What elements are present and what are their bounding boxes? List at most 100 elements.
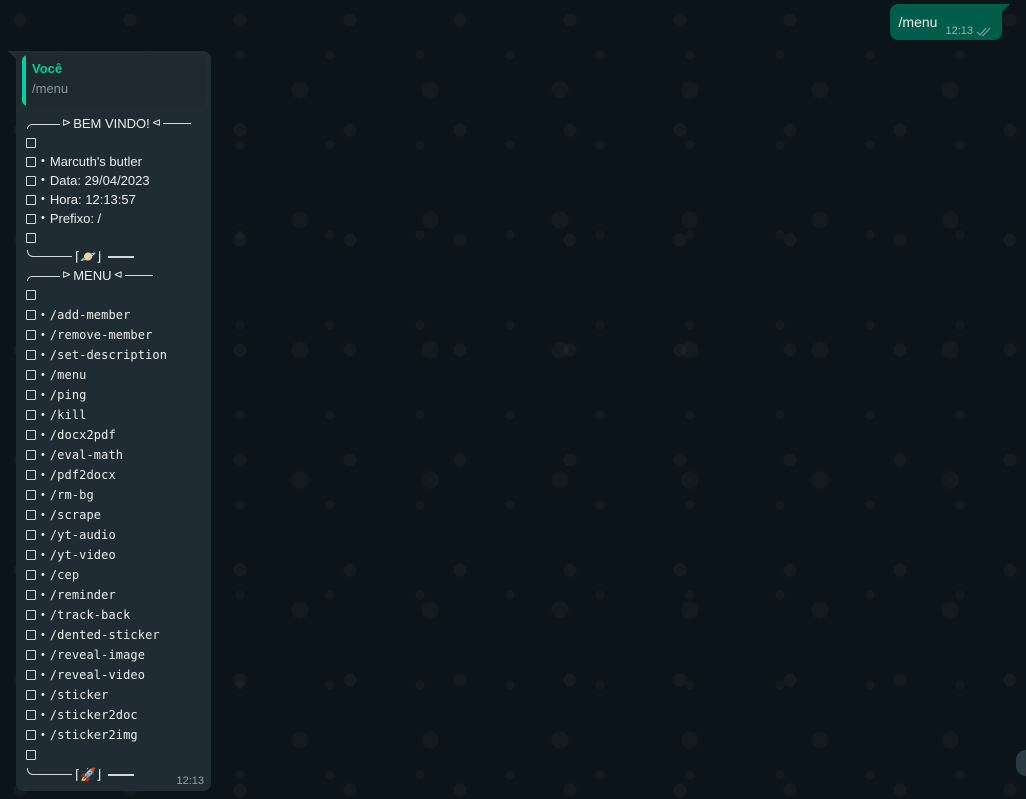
bullet-icon: • [41, 468, 45, 481]
menu-command-text: /remove-member [49, 327, 153, 342]
rocket-emoji-icon: ⌈🚀⌋ [75, 767, 102, 782]
menu-command-row: • /reveal-video [22, 665, 205, 685]
menu-command-text: /dented-sticker [49, 627, 160, 642]
header-arrow-right: ⊳ [62, 269, 72, 281]
menu-command-row: • /set-description [22, 345, 205, 365]
scroll-down-button[interactable] [1016, 750, 1026, 776]
welcome-line-text: Data: 29/04/2023 [49, 173, 150, 188]
box-glyph-icon [26, 690, 36, 700]
outgoing-message-text: /menu [898, 14, 938, 30]
menu-command-text: /eval-math [49, 447, 124, 462]
box-glyph-icon [26, 570, 36, 580]
menu-command-row: • /yt-video [22, 545, 205, 565]
bullet-icon: • [41, 388, 45, 401]
welcome-line-text: Marcuth's butler [49, 154, 142, 169]
bullet-icon: • [41, 193, 45, 205]
footer-tail [108, 255, 135, 258]
welcome-line [22, 228, 205, 247]
outgoing-message[interactable]: /menu 12:13 [889, 4, 1011, 40]
menu-command-row: • /remove-member [22, 325, 205, 345]
bullet-icon: • [41, 588, 45, 601]
bullet-icon: • [41, 428, 45, 441]
menu-command-row: • /reminder [22, 585, 205, 605]
box-glyph-icon [26, 232, 36, 243]
bullet-icon: • [41, 408, 45, 421]
welcome-line: • Marcuth's butler [22, 152, 205, 171]
quoted-message[interactable]: Você /menu [22, 55, 205, 106]
bullet-icon: • [41, 488, 45, 501]
box-glyph-icon [26, 350, 36, 360]
welcome-line [22, 133, 205, 152]
bullet-icon: • [41, 348, 45, 361]
box-glyph-icon [26, 370, 36, 380]
box-glyph-icon [26, 710, 36, 720]
chat-panel: /menu 12:13 Você /menu ⊳ BEM VINDO! ⊲ • … [0, 0, 1026, 799]
box-glyph-icon [26, 550, 36, 560]
menu-header: ⊳ MENU ⊲ [27, 266, 205, 285]
outgoing-message-meta: 12:13 [945, 25, 992, 37]
box-glyph-icon [26, 650, 36, 660]
menu-command-row: • /reveal-image [22, 645, 205, 665]
outgoing-message-time: 12:13 [945, 25, 973, 37]
bullet-icon: • [41, 212, 45, 224]
box-glyph-icon [26, 290, 36, 300]
double-check-icon [976, 26, 992, 37]
menu-command-text: /sticker2img [49, 727, 138, 742]
box-glyph-icon [26, 630, 36, 640]
bullet-icon: • [41, 528, 45, 541]
box-glyph-icon [26, 470, 36, 480]
menu-command-text: /sticker2doc [49, 707, 138, 722]
menu-command-row [22, 745, 205, 765]
menu-command-row: • /track-back [22, 605, 205, 625]
menu-command-row: • /rm-bg [22, 485, 205, 505]
bullet-icon: • [41, 708, 45, 721]
message-body: ⊳ BEM VINDO! ⊲ • Marcuth's butler • Data: 2… [22, 114, 205, 784]
bullet-icon: • [41, 155, 45, 167]
header-line-right [163, 123, 192, 124]
incoming-message[interactable]: Você /menu ⊳ BEM VINDO! ⊲ • Marcuth's but… [8, 51, 211, 791]
box-glyph-icon [26, 510, 36, 520]
box-glyph-icon [26, 750, 36, 760]
header-line-right [124, 275, 153, 276]
header-arrow-left: ⊲ [113, 269, 123, 281]
bullet-icon: • [41, 328, 45, 341]
bullet-icon: • [41, 648, 45, 661]
bullet-icon: • [41, 628, 45, 641]
planet-emoji-icon: ⌈🪐⌋ [75, 249, 102, 264]
menu-command-text: /reveal-video [49, 667, 146, 682]
bullet-icon: • [41, 548, 45, 561]
welcome-line: • Prefixo: / [22, 209, 205, 228]
header-bracket-left [27, 123, 60, 129]
quote-accent-bar [22, 55, 26, 106]
header-arrow-right: ⊳ [62, 117, 72, 129]
bullet-icon: • [41, 174, 45, 186]
box-glyph-icon [26, 390, 36, 400]
bullet-icon: • [41, 668, 45, 681]
menu-command-row: • /eval-math [22, 445, 205, 465]
box-glyph-icon [26, 730, 36, 740]
menu-command-row: • /sticker [22, 685, 205, 705]
box-glyph-icon [26, 310, 36, 320]
menu-command-text: /pdf2docx [49, 467, 116, 482]
footer-tail [108, 773, 135, 776]
menu-command-text: /ping [49, 387, 87, 402]
menu-command-text: /yt-video [49, 547, 116, 562]
box-glyph-icon [26, 410, 36, 420]
bullet-icon: • [41, 448, 45, 461]
menu-command-row: • /sticker2doc [22, 705, 205, 725]
welcome-line: • Hora: 12:13:57 [22, 190, 205, 209]
bullet-icon: • [41, 508, 45, 521]
welcome-footer: ⌈🪐⌋ [27, 247, 205, 266]
header-arrow-left: ⊲ [151, 117, 162, 129]
menu-title: MENU [73, 268, 112, 283]
menu-command-text: /set-description [49, 347, 168, 362]
menu-command-text: /kill [49, 407, 87, 422]
menu-command-row: • /pdf2docx [22, 465, 205, 485]
menu-command-text: /scrape [49, 507, 102, 522]
header-bracket-left [27, 275, 60, 281]
box-glyph-icon [26, 430, 36, 440]
welcome-title: BEM VINDO! [73, 116, 150, 131]
box-glyph-icon [26, 610, 36, 620]
bullet-icon: • [41, 608, 45, 621]
menu-command-text: /docx2pdf [49, 427, 116, 442]
